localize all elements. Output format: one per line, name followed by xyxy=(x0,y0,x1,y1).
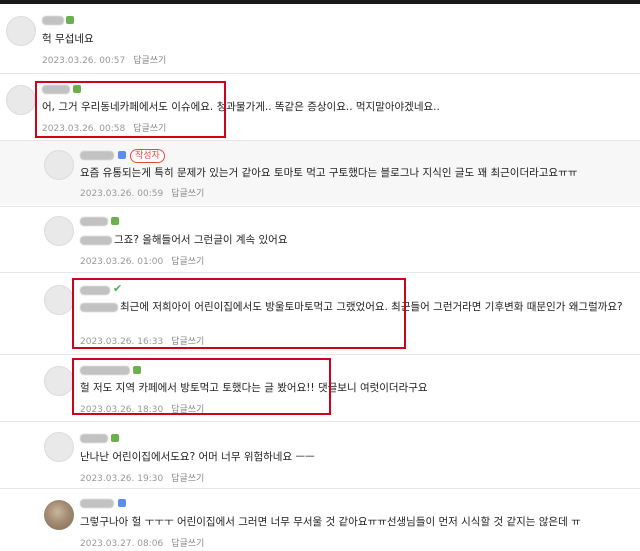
divider xyxy=(0,354,640,355)
avatar[interactable] xyxy=(44,285,74,315)
divider xyxy=(0,206,640,207)
level-badge-icon xyxy=(111,217,119,225)
mention-blurred xyxy=(80,235,112,245)
comment-date: 2023.03.26. 00:59 xyxy=(80,189,164,199)
comment-date: 2023.03.26. 19:30 xyxy=(80,474,164,484)
level-badge-icon xyxy=(111,434,119,442)
comment-text: 그렇구나아 헐 ㅜㅜㅜ 어린이집에서 그러면 너무 무서울 것 같아요ㅠㅠ선생님… xyxy=(80,516,581,528)
highlight-box xyxy=(35,81,226,138)
comment-text: 요즘 유통되는게 특히 문제가 있는거 같아요 토마토 먹고 구토했다는 블로그… xyxy=(80,167,578,179)
avatar[interactable] xyxy=(44,432,74,462)
comment-date: 2023.03.27. 08:06 xyxy=(80,539,164,549)
level-badge-icon xyxy=(118,151,126,159)
nickname-blurred[interactable] xyxy=(80,151,114,160)
divider xyxy=(0,272,640,273)
comment-meta: 2023.03.26. 01:00 답글쓰기 xyxy=(80,254,204,267)
avatar[interactable] xyxy=(44,150,74,180)
reply-button[interactable]: 답글쓰기 xyxy=(171,257,204,267)
author-tag: 작성자 xyxy=(130,149,165,163)
comment-meta: 2023.03.26. 00:57 답글쓰기 xyxy=(42,53,166,66)
comment-text: 그죠? 올해들어서 그런글이 계속 있어요 xyxy=(80,233,287,248)
nickname-blurred[interactable] xyxy=(42,16,64,25)
reply-button[interactable]: 답글쓰기 xyxy=(171,189,204,199)
avatar[interactable] xyxy=(6,85,36,115)
highlight-box xyxy=(72,358,331,415)
divider xyxy=(0,488,640,489)
avatar[interactable] xyxy=(6,16,36,46)
avatar[interactable] xyxy=(44,366,74,396)
comment-meta: 2023.03.27. 08:06 답글쓰기 xyxy=(80,536,204,549)
reply-button[interactable]: 답글쓰기 xyxy=(171,539,204,549)
level-badge-icon xyxy=(66,16,74,24)
comment-text: 헉 무섭네요 xyxy=(42,33,94,45)
reply-button[interactable]: 답글쓰기 xyxy=(171,474,204,484)
nickname-blurred[interactable] xyxy=(80,217,108,226)
divider xyxy=(0,421,640,422)
reply-button[interactable]: 답글쓰기 xyxy=(133,56,166,66)
nickname-blurred[interactable] xyxy=(80,499,114,508)
nickname-blurred[interactable] xyxy=(80,434,108,443)
comment-body: 그죠? 올해들어서 그런글이 계속 있어요 xyxy=(114,234,288,246)
highlight-box xyxy=(72,278,406,349)
comment-date: 2023.03.26. 00:57 xyxy=(42,56,126,66)
divider xyxy=(0,73,640,74)
comment-meta: 2023.03.26. 00:59 답글쓰기 xyxy=(80,186,204,199)
comment-text: 난나난 어린이집에서도요? 어머 너무 위험하네요 ㅡㅡ xyxy=(80,451,315,463)
avatar[interactable] xyxy=(44,216,74,246)
level-badge-icon xyxy=(118,499,126,507)
comment-meta: 2023.03.26. 19:30 답글쓰기 xyxy=(80,471,204,484)
avatar[interactable] xyxy=(44,500,74,530)
top-bar xyxy=(0,0,640,4)
comment-date: 2023.03.26. 01:00 xyxy=(80,257,164,267)
